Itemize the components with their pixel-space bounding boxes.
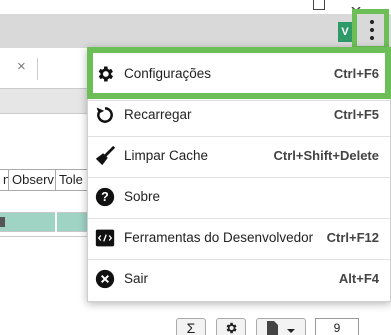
divider xyxy=(37,58,38,80)
menu-item-ferramentas-desenvolvedor[interactable]: Ferramentas do Desenvolvedor Ctrl+F12 xyxy=(88,217,390,258)
minimize-icon[interactable] xyxy=(313,0,325,10)
close-tab-icon[interactable]: × xyxy=(17,58,26,75)
menu-item-shortcut: Alt+F4 xyxy=(338,271,379,286)
page-number-input[interactable]: 9 xyxy=(315,318,359,335)
menu-item-shortcut: Ctrl+F12 xyxy=(326,230,379,245)
menu-item-label: Ferramentas do Desenvolvedor xyxy=(124,230,314,245)
sum-button[interactable]: Σ xyxy=(176,318,206,335)
menu-item-configuracoes[interactable]: Configurações Ctrl+F6 xyxy=(88,53,390,94)
file-icon xyxy=(267,321,279,335)
chevron-down-icon xyxy=(286,329,295,333)
column-header[interactable]: n xyxy=(0,170,9,190)
menu-item-sobre[interactable]: ? Sobre xyxy=(88,176,390,217)
menu-item-shortcut: Ctrl+F6 xyxy=(333,66,379,81)
menu-button-highlight xyxy=(352,9,389,51)
table-row[interactable] xyxy=(0,236,90,237)
menu-item-sair[interactable]: Sair Alt+F4 xyxy=(88,258,390,299)
column-header-observacao[interactable]: Observ xyxy=(9,170,56,190)
gear-icon xyxy=(94,63,116,85)
menu-item-shortcut: Ctrl+F5 xyxy=(333,107,379,122)
window-titlebar xyxy=(0,0,391,14)
gear-icon xyxy=(226,322,237,334)
reload-icon xyxy=(94,104,116,126)
row-indicator xyxy=(0,217,5,227)
svg-text:?: ? xyxy=(101,190,109,204)
menu-item-limpar-cache[interactable]: Limpar Cache Ctrl+Shift+Delete xyxy=(88,135,390,176)
devtools-icon xyxy=(94,227,116,249)
gear-settings-button[interactable] xyxy=(216,318,246,335)
close-circle-icon xyxy=(94,268,116,290)
cell-divider xyxy=(55,212,57,232)
app-header-bar xyxy=(0,14,391,48)
broom-icon xyxy=(94,145,116,167)
brand-logo: V xyxy=(338,22,352,42)
help-icon: ? xyxy=(94,186,116,208)
export-file-button[interactable] xyxy=(256,318,306,335)
menu-item-label: Limpar Cache xyxy=(124,148,209,163)
menu-item-recarregar[interactable]: Recarregar Ctrl+F5 xyxy=(88,94,390,135)
options-menu: Configurações Ctrl+F6 Recarregar Ctrl+F5… xyxy=(87,47,391,302)
menu-item-label: Recarregar xyxy=(124,107,192,122)
table-row-selected[interactable] xyxy=(0,212,90,232)
section-bar xyxy=(0,88,90,114)
table-header: n Observ Tole xyxy=(0,169,90,191)
menu-item-label: Sair xyxy=(124,271,149,286)
menu-item-label: Configurações xyxy=(124,66,212,81)
menu-item-shortcut: Ctrl+Shift+Delete xyxy=(273,148,379,163)
menu-item-label: Sobre xyxy=(124,189,161,204)
column-header-tolerancia[interactable]: Tole xyxy=(56,170,90,190)
